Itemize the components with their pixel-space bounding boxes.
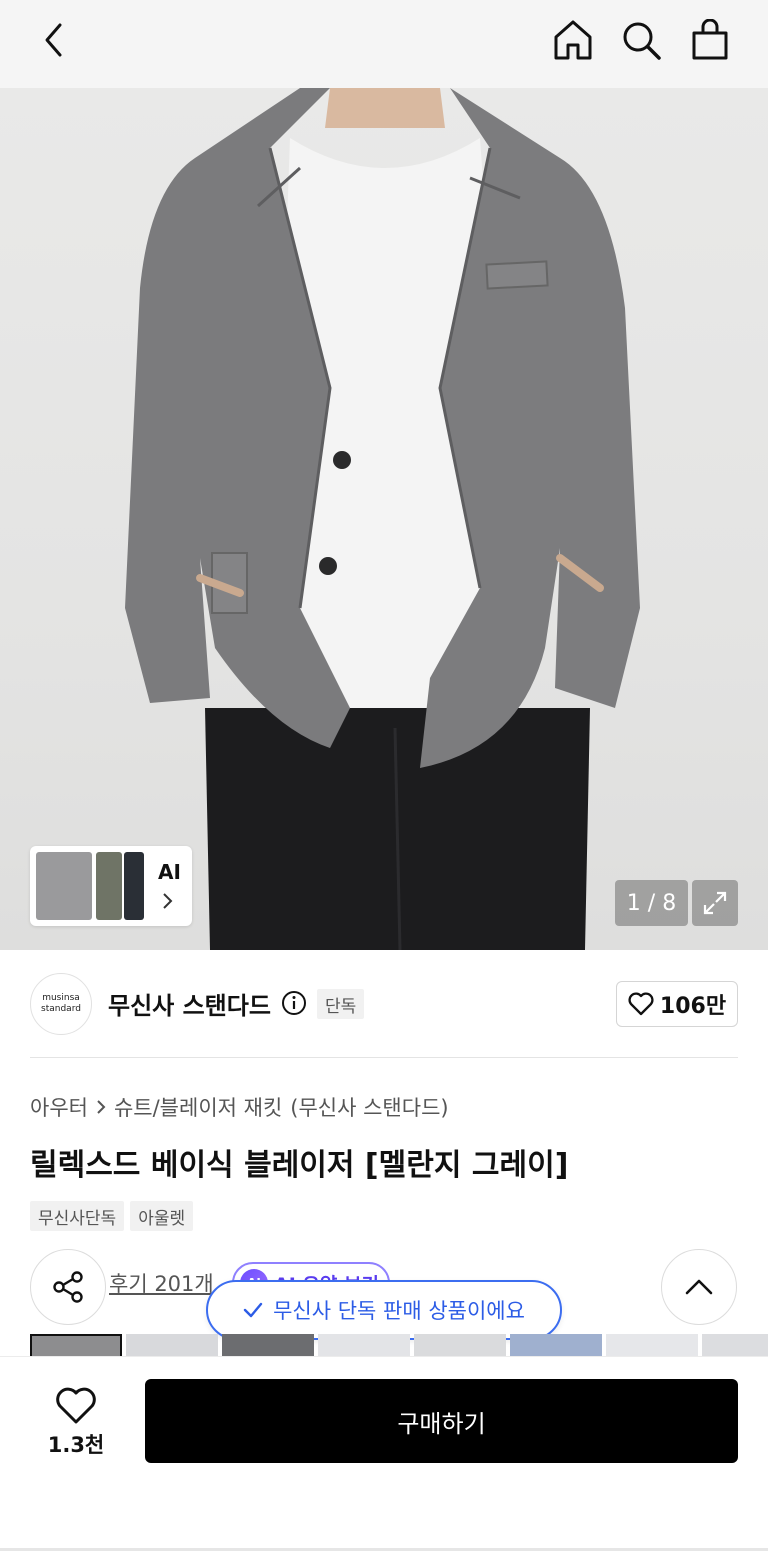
exclusive-badge: 단독 — [317, 989, 365, 1019]
buy-button[interactable]: 구매하기 — [145, 1379, 738, 1463]
ai-outfit-recommendation[interactable]: AI — [30, 846, 192, 926]
brand-logo-text-line1: musinsa — [42, 993, 80, 1003]
wishlist-button[interactable]: 1.3천 — [30, 1383, 122, 1463]
chevron-left-icon — [45, 23, 62, 57]
thumbnail-strip — [30, 1334, 768, 1356]
breadcrumb-item-outer[interactable]: 아우터 — [30, 1092, 88, 1122]
ai-thumb-image-3 — [124, 852, 144, 920]
info-icon[interactable] — [281, 990, 307, 1016]
divider — [30, 1057, 738, 1058]
product-image[interactable]: AI 1 / 8 — [0, 88, 768, 950]
tag-outlet: 아울렛 — [130, 1201, 194, 1231]
thumbnail-2[interactable] — [126, 1334, 218, 1356]
thumbnail-4[interactable] — [318, 1334, 410, 1356]
brand-logo[interactable]: musinsa standard — [30, 973, 92, 1035]
ai-label: AI — [158, 860, 181, 884]
product-title: 릴렉스드 베이식 블레이저 [멜란지 그레이] — [30, 1148, 569, 1183]
chevron-right-icon — [163, 893, 173, 909]
ai-thumb-image-1 — [36, 852, 92, 920]
thumbnail-8[interactable] — [702, 1334, 768, 1356]
toast-text: 무신사 단독 판매 상품이에요 — [273, 1299, 525, 1323]
share-icon — [53, 1271, 83, 1303]
breadcrumb-item-category[interactable]: 슈트/블레이저 재킷 — [114, 1092, 282, 1122]
thumbnail-5[interactable] — [414, 1334, 506, 1356]
check-icon — [243, 1302, 263, 1318]
cart-button[interactable] — [688, 18, 732, 62]
review-count-link[interactable]: 후기 201개 — [109, 1268, 214, 1298]
chevron-up-icon — [685, 1279, 713, 1295]
search-button[interactable] — [619, 18, 663, 62]
product-tags: 무신사단독 아울렛 — [30, 1201, 194, 1231]
back-button[interactable] — [32, 18, 76, 62]
tag-exclusive: 무신사단독 — [30, 1201, 125, 1231]
shopping-bag-icon — [692, 19, 728, 60]
wishlist-count: 1.3천 — [47, 1433, 105, 1457]
thumbnail-7[interactable] — [606, 1334, 698, 1356]
breadcrumb: 아우터 슈트/블레이저 재킷 (무신사 스탠다드) — [30, 1092, 449, 1122]
home-button[interactable] — [551, 18, 595, 62]
search-icon — [623, 22, 661, 60]
thumbnail-1[interactable] — [30, 1334, 122, 1356]
fullscreen-button[interactable] — [692, 880, 738, 926]
brand-logo-text-line2: standard — [41, 1004, 81, 1014]
heart-icon — [628, 992, 654, 1016]
expand-icon — [703, 891, 727, 915]
brand-like-count: 106만 — [659, 994, 727, 1019]
breadcrumb-item-brand[interactable]: (무신사 스탠다드) — [290, 1092, 448, 1122]
heart-icon — [56, 1387, 96, 1424]
ai-thumb-image-2 — [96, 852, 122, 920]
exclusive-toast: 무신사 단독 판매 상품이에요 — [206, 1280, 562, 1340]
share-button[interactable] — [30, 1249, 106, 1325]
product-photo-illustration — [125, 88, 640, 950]
chevron-right-icon — [97, 1100, 106, 1114]
home-icon — [554, 20, 592, 60]
brand-name[interactable]: 무신사 스탠다드 — [108, 986, 271, 1021]
scroll-top-button[interactable] — [661, 1249, 737, 1325]
image-counter: 1 / 8 — [615, 880, 688, 926]
thumbnail-6[interactable] — [510, 1334, 602, 1356]
top-nav-bar — [0, 0, 768, 88]
brand-like-button[interactable]: 106만 — [616, 981, 738, 1027]
thumbnail-3[interactable] — [222, 1334, 314, 1356]
